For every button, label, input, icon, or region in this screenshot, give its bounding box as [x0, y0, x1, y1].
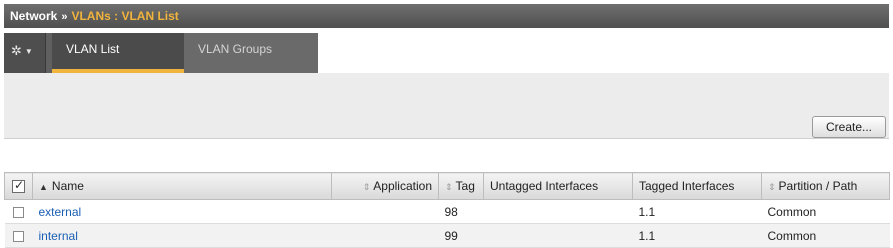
sort-icon: ⇕	[445, 182, 453, 192]
vlan-name-link[interactable]: internal	[39, 229, 78, 243]
create-button[interactable]: Create...	[812, 116, 886, 138]
application-cell	[331, 223, 439, 248]
tab-vlan-groups[interactable]: VLAN Groups	[184, 33, 318, 73]
tag-cell: 98	[438, 199, 484, 224]
breadcrumb: Network » VLANs : VLAN List	[4, 4, 889, 28]
toolbar-area: Create...	[4, 73, 889, 139]
untagged-interfaces-cell	[483, 223, 633, 248]
partition-cell: Common	[761, 223, 890, 248]
untagged-interfaces-cell	[483, 199, 633, 224]
table-row: internal 99 1.1 Common	[4, 223, 890, 248]
column-header-application[interactable]: ⇕ Application	[331, 172, 439, 200]
row-checkbox[interactable]	[13, 206, 24, 218]
column-header-partition-path[interactable]: ⇕ Partition / Path	[761, 172, 890, 200]
partition-cell: Common	[761, 199, 890, 224]
tagged-interfaces-cell: 1.1	[632, 223, 762, 248]
column-header-tag[interactable]: ⇕ Tag	[438, 172, 484, 200]
options-menu-button[interactable]: ✲ ▼	[4, 33, 46, 73]
chevron-down-icon: ▼	[24, 46, 33, 56]
vlan-name-link[interactable]: external	[39, 205, 82, 219]
row-select-cell	[4, 199, 33, 224]
tab-vlan-list[interactable]: VLAN List	[52, 33, 184, 73]
sort-icon: ⇕	[362, 182, 371, 192]
column-header-name[interactable]: ▲ Name	[32, 172, 332, 200]
tagged-interfaces-cell: 1.1	[632, 199, 762, 224]
tab-bar: ✲ ▼ VLAN List VLAN Groups	[4, 33, 318, 73]
breadcrumb-current[interactable]: VLANs : VLAN List	[71, 9, 178, 23]
gear-icon: ✲	[11, 43, 22, 58]
vlan-table: ▲Name ⇕Application ⇕Tag Untagged Interfa…	[4, 172, 890, 248]
application-cell	[331, 199, 439, 224]
sort-ascending-icon: ▲	[39, 182, 48, 192]
breadcrumb-separator: »	[61, 11, 68, 23]
vlan-name-cell: internal	[32, 223, 332, 248]
column-header-tagged-interfaces: Tagged Interfaces	[632, 172, 762, 200]
vlan-name-cell: external	[32, 199, 332, 224]
table-header-row: ▲Name ⇕Application ⇕Tag Untagged Interfa…	[4, 172, 890, 200]
select-all-checkbox[interactable]	[12, 178, 25, 194]
select-all-cell	[4, 172, 33, 200]
row-checkbox[interactable]	[13, 230, 24, 242]
row-select-cell	[4, 223, 33, 248]
breadcrumb-section[interactable]: Network	[10, 9, 57, 23]
sort-icon: ⇕	[768, 182, 776, 192]
tag-cell: 99	[438, 223, 484, 248]
column-header-untagged-interfaces: Untagged Interfaces	[483, 172, 633, 200]
table-row: external 98 1.1 Common	[4, 199, 890, 224]
